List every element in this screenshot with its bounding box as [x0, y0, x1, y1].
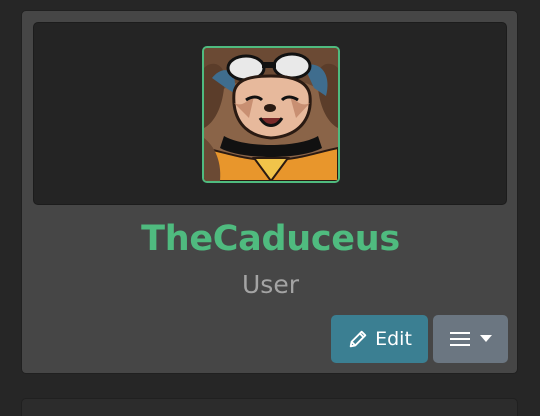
avatar[interactable]	[202, 46, 340, 183]
next-card	[21, 398, 518, 416]
pencil-icon	[347, 328, 369, 350]
profile-card: TheCaduceus User Edit	[21, 10, 518, 374]
profile-page: TheCaduceus User Edit	[0, 0, 540, 416]
hamburger-menu-icon	[449, 331, 470, 347]
profile-menu-dropdown-button[interactable]	[433, 315, 508, 363]
avatar-image	[204, 48, 338, 181]
username: TheCaduceus	[141, 219, 400, 259]
edit-button-label: Edit	[375, 328, 412, 350]
user-role: User	[242, 270, 299, 299]
edit-profile-button[interactable]: Edit	[331, 315, 428, 363]
profile-banner	[33, 22, 507, 205]
caret-down-icon	[479, 335, 492, 343]
